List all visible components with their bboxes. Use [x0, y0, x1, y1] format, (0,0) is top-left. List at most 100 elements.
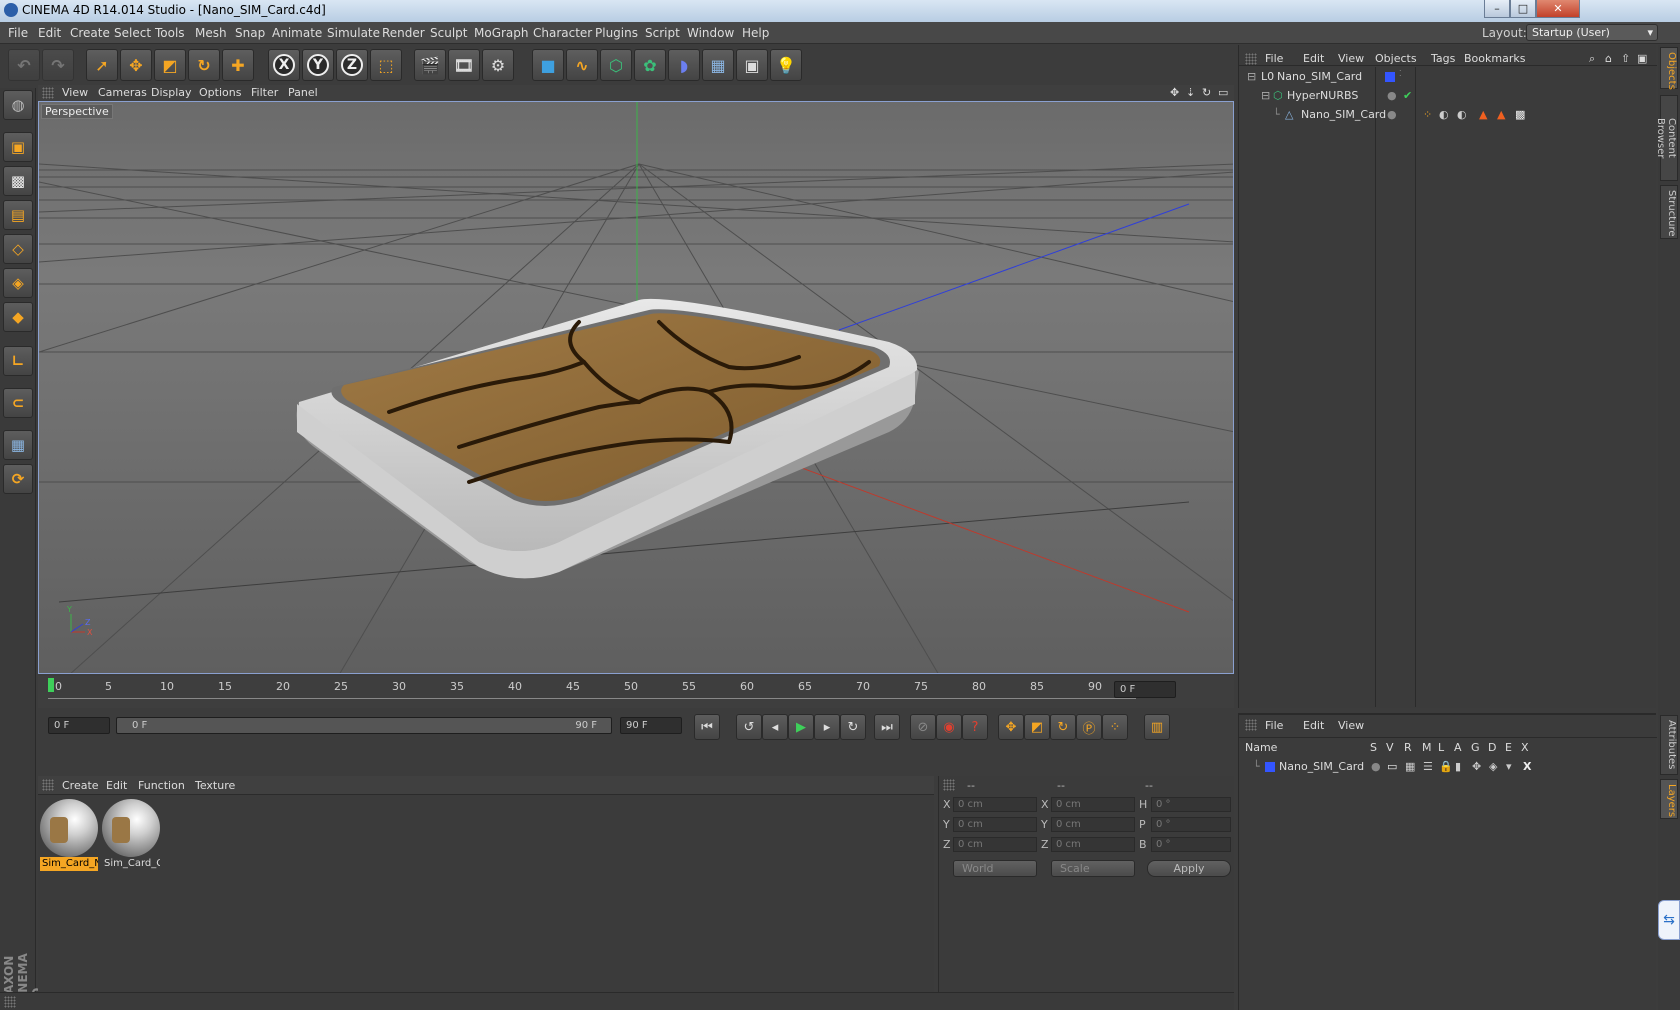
col-expressions[interactable]: E — [1505, 741, 1512, 754]
col-xref[interactable]: X — [1521, 741, 1529, 754]
col-render[interactable]: R — [1404, 741, 1412, 754]
menu-file[interactable]: File — [8, 26, 28, 40]
workplane-lock-icon[interactable]: ▦ — [3, 430, 33, 460]
menu-window[interactable]: Window — [687, 26, 734, 40]
render-settings-icon[interactable]: ⚙ — [482, 49, 514, 81]
x-axis-icon[interactable]: X — [268, 49, 300, 81]
previous-key-icon[interactable]: ↺ — [736, 714, 762, 740]
key-rotation-icon[interactable]: ↻ — [1050, 714, 1076, 740]
mat-menu-edit[interactable]: Edit — [106, 779, 127, 792]
xref-icon[interactable]: X — [1523, 757, 1531, 776]
menu-mograph[interactable]: MoGraph — [474, 26, 529, 40]
lock-icon[interactable]: 🔒 — [1439, 757, 1453, 776]
menu-script[interactable]: Script — [645, 26, 680, 40]
menu-create[interactable]: Create — [70, 26, 110, 40]
rotation-h-field[interactable]: 0 ° — [1151, 797, 1231, 812]
collapse-icon[interactable]: ⊟ — [1261, 86, 1270, 105]
render-picture-viewer-icon[interactable]: 🎞 — [448, 49, 480, 81]
enabled-check-icon[interactable]: ✔ — [1403, 86, 1412, 105]
key-parameter-icon[interactable]: Ⓟ — [1076, 714, 1102, 740]
material-swatch[interactable]: Sim_Card_C — [102, 799, 160, 871]
vp-menu-display[interactable]: Display — [151, 86, 192, 99]
move-icon[interactable]: ✥ — [120, 49, 152, 81]
viewport-move-icon[interactable]: ✥ — [1170, 86, 1179, 99]
layer-row[interactable]: └ Nano_SIM_Card ● ▭ ▦ ☰ 🔒 ▮ ✥ ◈ ▾ X — [1243, 757, 1655, 776]
layer-menu-view[interactable]: View — [1338, 719, 1364, 732]
size-mode-dropdown[interactable]: Scale — [1051, 860, 1135, 877]
object-row[interactable]: └ △ Nano_SIM_Card ● ⁘ ◐ ◐ ▲ ▲ ▩ — [1243, 105, 1655, 124]
obj-menu-bookmarks[interactable]: Bookmarks — [1464, 52, 1525, 65]
obj-menu-file[interactable]: File — [1265, 52, 1283, 65]
panel-grip-icon[interactable] — [42, 87, 54, 99]
object-row[interactable]: ⊟ L0 Nano_SIM_Card ⁚ — [1243, 67, 1655, 86]
close-button[interactable]: ✕ — [1536, 0, 1580, 18]
layer-color-swatch[interactable] — [1385, 72, 1395, 82]
go-to-start-icon[interactable]: ⏮ — [694, 714, 720, 740]
points-mode-icon[interactable]: ◇ — [3, 234, 33, 264]
range-slider[interactable]: 0 F 90 F — [116, 717, 612, 734]
tab-attributes[interactable]: Attributes — [1660, 715, 1678, 775]
play-icon[interactable]: ▶ — [788, 714, 814, 740]
minimize-button[interactable]: – — [1484, 0, 1510, 18]
camera-icon[interactable]: ▣ — [736, 49, 768, 81]
panel-grip-icon[interactable] — [1245, 719, 1257, 731]
live-selection-icon[interactable]: ➚ — [86, 49, 118, 81]
mat-menu-texture[interactable]: Texture — [195, 779, 235, 792]
col-animation[interactable]: A — [1454, 741, 1462, 754]
vp-menu-panel[interactable]: Panel — [288, 86, 318, 99]
texture-mode-icon[interactable]: ▩ — [3, 166, 33, 196]
material-tag-icon[interactable]: ◐ — [1457, 105, 1467, 124]
obj-menu-objects[interactable]: Objects — [1375, 52, 1417, 65]
collapse-icon[interactable]: ⊟ — [1247, 67, 1256, 86]
scale-icon[interactable]: ◩ — [154, 49, 186, 81]
z-axis-icon[interactable]: Z — [336, 49, 368, 81]
make-editable-icon[interactable]: ◍ — [3, 90, 33, 120]
snap-icon[interactable]: ⟳ — [3, 464, 33, 494]
auto-keying-icon[interactable]: ◉ — [936, 714, 962, 740]
position-y-field[interactable]: 0 cm — [953, 817, 1037, 832]
generators-icon[interactable]: ✥ — [1472, 757, 1481, 776]
viewport-maximize-icon[interactable]: ▭ — [1218, 86, 1228, 99]
vp-menu-view[interactable]: View — [62, 86, 88, 99]
render-icon[interactable]: ▦ — [1405, 757, 1415, 776]
edges-mode-icon[interactable]: ◈ — [3, 268, 33, 298]
layer-color-swatch[interactable] — [1265, 762, 1275, 772]
add-icon[interactable]: ✚ — [222, 49, 254, 81]
material-tag-icon[interactable]: ◐ — [1439, 105, 1449, 124]
vp-menu-cameras[interactable]: Cameras — [98, 86, 147, 99]
maximize-button[interactable]: □ — [1510, 0, 1536, 18]
panel-grip-icon[interactable] — [4, 996, 16, 1008]
col-locked[interactable]: L — [1438, 741, 1444, 754]
menu-edit[interactable]: Edit — [38, 26, 61, 40]
obj-menu-view[interactable]: View — [1338, 52, 1364, 65]
manager-icon[interactable]: ☰ — [1423, 757, 1433, 776]
deformers-icon[interactable]: ◈ — [1489, 757, 1497, 776]
undo-icon[interactable]: ↶ — [8, 49, 40, 81]
viewport-zoom-icon[interactable]: ⇣ — [1186, 86, 1195, 99]
visibility-dot-icon[interactable]: ● — [1387, 105, 1397, 124]
up-arrow-icon[interactable]: ⇧ — [1621, 52, 1630, 65]
go-to-end-icon[interactable]: ⏭ — [874, 714, 900, 740]
selection-tag-icon[interactable]: ▲ — [1497, 105, 1505, 124]
model-mode-icon[interactable]: ▣ — [3, 132, 33, 162]
selection-tag-icon[interactable]: ▲ — [1479, 105, 1487, 124]
col-name[interactable]: Name — [1245, 741, 1277, 754]
panel-grip-icon[interactable] — [1245, 53, 1257, 65]
col-solo[interactable]: S — [1370, 741, 1377, 754]
coordinate-system-icon[interactable]: ⬚ — [370, 49, 402, 81]
menu-render[interactable]: Render — [382, 26, 425, 40]
col-manager[interactable]: M — [1422, 741, 1432, 754]
uvw-tag-icon[interactable]: ▩ — [1515, 105, 1525, 124]
layer-menu-edit[interactable]: Edit — [1303, 719, 1324, 732]
next-frame-icon[interactable]: ▸ — [814, 714, 840, 740]
obj-menu-edit[interactable]: Edit — [1303, 52, 1324, 65]
position-z-field[interactable]: 0 cm — [953, 837, 1037, 852]
search-icon[interactable]: ⌕ — [1589, 52, 1595, 66]
record-keys-icon[interactable]: ⊘ — [910, 714, 936, 740]
current-frame-field[interactable]: 0 F — [1114, 681, 1176, 698]
polygons-mode-icon[interactable]: ◆ — [3, 302, 33, 332]
layout-dropdown[interactable]: Startup (User) ▾ — [1526, 24, 1658, 41]
rotate-icon[interactable]: ↻ — [188, 49, 220, 81]
redo-icon[interactable]: ↷ — [42, 49, 74, 81]
phong-tag-icon[interactable]: ⁘ — [1423, 105, 1432, 124]
